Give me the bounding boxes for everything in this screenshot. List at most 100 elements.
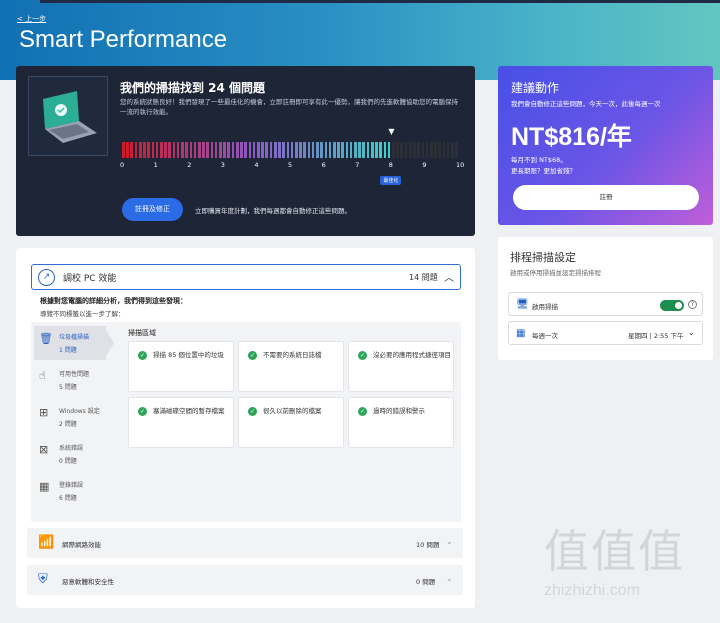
- score-segment: [130, 142, 134, 158]
- window-error-icon: ⊠: [39, 443, 49, 456]
- score-segment: [231, 142, 235, 158]
- score-segment: [147, 142, 150, 158]
- score-segment: [451, 142, 454, 158]
- score-segment: [138, 142, 142, 158]
- category-name: 系統錯誤: [59, 445, 84, 452]
- tile-text: 很久以前刪除的檔案: [263, 407, 322, 415]
- score-segment: [164, 142, 167, 158]
- score-segment: [286, 142, 290, 158]
- speedometer-icon: ↗: [38, 269, 55, 286]
- frequency-row[interactable]: ▦ 每週一次 星期四 | 2:55 下午 ⌄: [508, 321, 703, 345]
- frequency-label: 每週一次: [532, 332, 558, 340]
- help-icon[interactable]: ?: [688, 300, 697, 309]
- shield-icon: ⛨: [38, 572, 48, 587]
- score-segment: [303, 142, 307, 158]
- wifi-icon: 📶: [38, 535, 55, 550]
- score-segment: [307, 142, 311, 158]
- category-windows[interactable]: ⊞ Windows 設定 2 問題: [34, 400, 106, 434]
- score-segment: [261, 142, 264, 158]
- category-junk[interactable]: 🗑 垃圾檔掃描 1 問題: [34, 326, 114, 360]
- score-segment: [413, 142, 416, 158]
- pc-performance-header[interactable]: ↗ 調校 PC 效能 14 問題 ︿: [31, 264, 461, 290]
- score-segment: [159, 142, 163, 158]
- watermark-logo: 值值值: [544, 525, 686, 578]
- category-count: 5 問題: [59, 384, 77, 391]
- score-segment: [155, 142, 159, 158]
- network-label: 網際網路效能: [62, 541, 101, 549]
- watermark: 值值值 zhizhizhi.com: [544, 522, 714, 617]
- score-marker-icon: ▼: [388, 127, 395, 136]
- score-segment: [252, 142, 256, 158]
- score-ticks: 0 1 2 3 4 5 6 7 8 9 10: [120, 161, 464, 173]
- category-name: Windows 設定: [59, 408, 100, 415]
- check-icon: ✓: [248, 407, 257, 416]
- score-segment: [210, 142, 214, 158]
- category-system[interactable]: ⊠ 系統錯誤 0 問題: [34, 437, 106, 471]
- hand-icon: ☝: [39, 369, 46, 382]
- scan-title: 我們的掃描找到 24 個問題: [120, 81, 266, 95]
- check-icon: ✓: [358, 407, 367, 416]
- scan-detail-panel: 🗑 垃圾檔掃描 1 問題 ☝ 可用性問題 5 問題 ⊞ Windows 設定 2…: [31, 322, 461, 522]
- score-segment: [219, 142, 222, 158]
- register-fix-button[interactable]: 註冊及修正: [122, 198, 183, 221]
- watermark-url: zhizhizhi.com: [544, 582, 641, 599]
- chevron-up-icon[interactable]: ︿: [444, 269, 454, 284]
- score-segment: [408, 142, 412, 158]
- network-performance-row[interactable]: 📶 網際網路效能 10 問題 ⌄: [27, 528, 463, 558]
- scan-area-title: 掃描區域: [128, 329, 156, 337]
- score-segment: [282, 142, 285, 158]
- score-segment: [316, 142, 319, 158]
- score-segment: [370, 142, 374, 158]
- guide-text: 導覽不同標籤以進一步了解：: [40, 310, 125, 318]
- register-button[interactable]: 註冊: [513, 185, 699, 210]
- enable-scan-label: 啟用掃描: [532, 303, 558, 311]
- enable-scan-row: 🖥 啟用掃描 ?: [508, 292, 703, 316]
- back-link[interactable]: < 上一步: [17, 14, 46, 24]
- recommend-subtitle: 我們會自動修正這些問題，今天一次，此後每週一次: [511, 100, 661, 108]
- tick-label: 7: [355, 161, 360, 169]
- score-segment: [421, 142, 425, 158]
- security-row[interactable]: ⛨ 惡意軟體和安全性 0 問題 ⌄: [27, 565, 463, 595]
- check-icon: ✓: [358, 351, 367, 360]
- schedule-title: 排程掃描設定: [510, 251, 576, 264]
- trash-icon: 🗑: [39, 332, 53, 345]
- score-segment: [366, 142, 370, 158]
- score-segment: [122, 142, 125, 158]
- score-segment: [257, 142, 260, 158]
- score-segment: [273, 142, 277, 158]
- score-segment: [324, 142, 328, 158]
- score-segment: [265, 142, 269, 158]
- score-segment: [223, 142, 226, 158]
- tick-label: 5: [288, 161, 293, 169]
- score-segment: [354, 142, 357, 158]
- scan-tile: ✓ 很久以前刪除的檔案: [238, 397, 344, 448]
- score-segment: [387, 142, 391, 158]
- check-icon: ✓: [138, 407, 147, 416]
- enable-scan-toggle[interactable]: [660, 300, 684, 311]
- grid-icon: ▦: [39, 480, 50, 493]
- check-icon: ✓: [248, 351, 257, 360]
- score-segment: [341, 142, 344, 158]
- laptop-check-icon: [43, 91, 97, 143]
- score-segment: [299, 142, 302, 158]
- chevron-down-icon[interactable]: ⌄: [688, 328, 695, 337]
- score-segment: [248, 142, 252, 158]
- score-segment: [328, 142, 332, 158]
- category-registry[interactable]: ▦ 登錄錯誤 6 問題: [34, 474, 106, 508]
- category-count: 2 問題: [59, 421, 77, 428]
- category-usability[interactable]: ☝ 可用性問題 5 問題: [34, 363, 106, 397]
- laptop-illustration: [28, 76, 108, 156]
- scan-result-card: 我們的掃描找到 24 個問題 您的系統狀態良好！我們發現了一些最佳化的機會，立即…: [16, 66, 475, 236]
- score-segment: [379, 142, 382, 158]
- security-label: 惡意軟體和安全性: [62, 578, 114, 586]
- chevron-down-icon[interactable]: ⌄: [446, 537, 453, 546]
- tile-text: 過時的錯誤和警示: [373, 407, 425, 415]
- category-name: 可用性問題: [59, 371, 90, 378]
- score-segment: [176, 142, 180, 158]
- score-segment: [202, 142, 205, 158]
- score-segment: [278, 142, 281, 158]
- windows-icon: ⊞: [39, 406, 49, 419]
- chevron-down-icon[interactable]: ⌄: [446, 574, 453, 583]
- score-segment: [134, 142, 138, 158]
- score-segment: [197, 142, 201, 158]
